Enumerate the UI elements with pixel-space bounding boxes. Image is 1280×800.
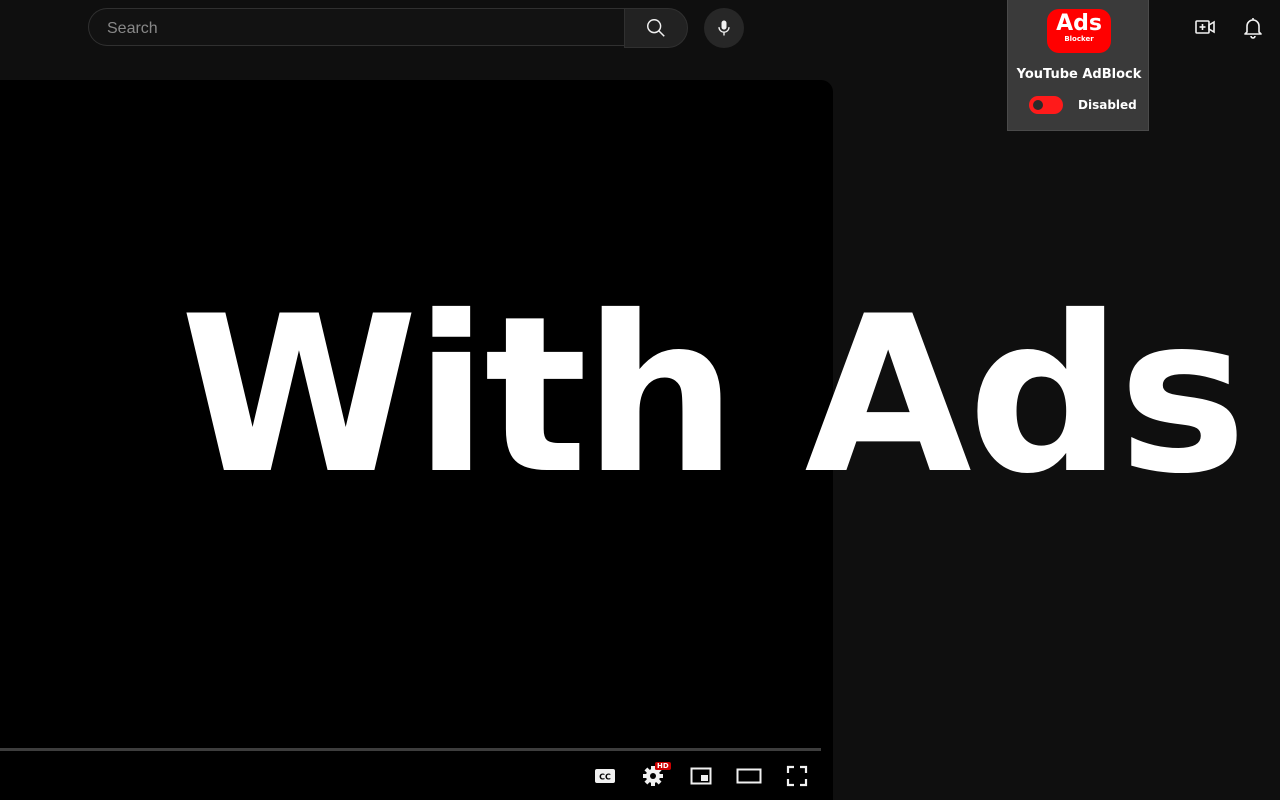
logo-subtext: Blocker bbox=[1064, 35, 1094, 43]
adblock-extension-popup: Ads Blocker YouTube AdBlock Disabled bbox=[1007, 0, 1149, 131]
progress-bar[interactable] bbox=[0, 748, 821, 751]
miniplayer-button[interactable] bbox=[685, 760, 717, 792]
notifications-button[interactable] bbox=[1240, 14, 1266, 40]
miniplayer-icon bbox=[690, 767, 712, 785]
logo-text: Ads bbox=[1056, 11, 1102, 36]
theater-mode-icon bbox=[736, 768, 762, 784]
toggle-knob bbox=[1033, 100, 1043, 110]
bell-icon bbox=[1244, 18, 1262, 39]
captions-button[interactable]: CC bbox=[589, 760, 621, 792]
create-button[interactable] bbox=[1192, 14, 1218, 40]
overlay-text: With Ads bbox=[180, 270, 1247, 521]
ads-blocker-logo: Ads Blocker bbox=[1047, 9, 1111, 53]
svg-text:CC: CC bbox=[599, 773, 611, 782]
fullscreen-button[interactable] bbox=[781, 760, 813, 792]
video-add-icon bbox=[1195, 20, 1215, 34]
search-box bbox=[88, 8, 624, 49]
extension-title: YouTube AdBlock bbox=[1016, 67, 1142, 82]
fullscreen-icon bbox=[786, 765, 808, 787]
search-button[interactable] bbox=[624, 8, 688, 48]
search-icon bbox=[647, 19, 665, 37]
closed-captions-icon: CC bbox=[595, 769, 615, 783]
voice-search-button[interactable] bbox=[704, 8, 744, 48]
hd-badge: HD bbox=[655, 762, 671, 770]
search-input[interactable] bbox=[105, 9, 609, 49]
adblock-status: Disabled bbox=[1078, 98, 1137, 112]
youtube-page: Ads Blocker YouTube AdBlock Disabled CC bbox=[0, 0, 1280, 800]
theater-mode-button[interactable] bbox=[733, 760, 765, 792]
adblock-toggle[interactable] bbox=[1029, 96, 1063, 114]
settings-button[interactable]: HD bbox=[637, 760, 671, 792]
microphone-icon bbox=[718, 20, 730, 36]
